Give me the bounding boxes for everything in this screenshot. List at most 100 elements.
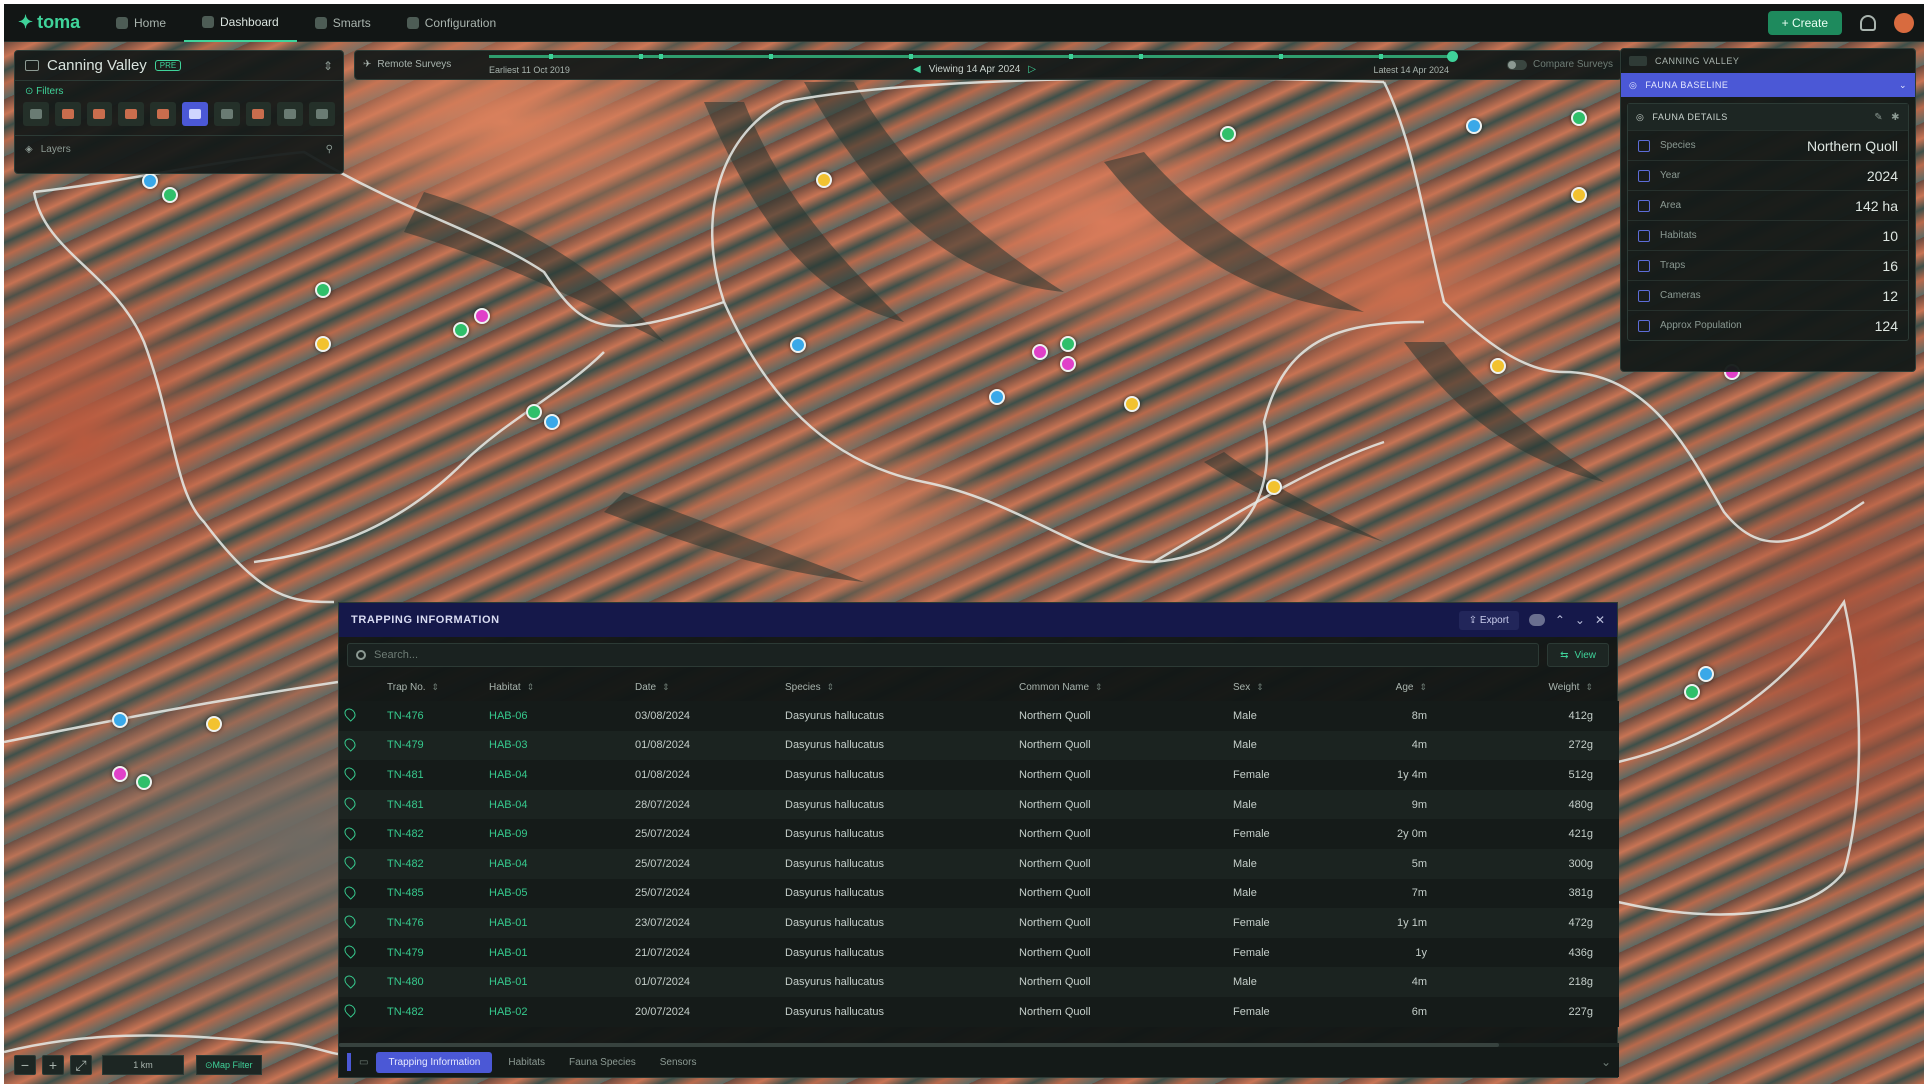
table-row[interactable]: TN-479 HAB-01 21/07/2024 Dasyurus hallucatu… xyxy=(339,937,1619,968)
location-pin-icon[interactable] xyxy=(342,972,358,989)
trap-number-link[interactable]: TN-481 xyxy=(387,789,489,820)
trap-number-link[interactable]: TN-479 xyxy=(387,937,489,968)
fire-layer-icon[interactable] xyxy=(118,102,145,126)
filters-toggle[interactable]: ⊙ Filters xyxy=(15,81,343,99)
map-marker[interactable] xyxy=(315,282,331,298)
map-marker[interactable] xyxy=(544,414,560,430)
map-marker[interactable] xyxy=(1466,118,1482,134)
habitat-link[interactable]: HAB-09 xyxy=(489,819,635,849)
table-row[interactable]: TN-485 HAB-05 25/07/2024 Dasyurus hallucatu… xyxy=(339,878,1619,909)
map-marker[interactable] xyxy=(1060,336,1076,352)
tab-sensors[interactable]: Sensors xyxy=(652,1053,705,1072)
zoom-out-button[interactable]: − xyxy=(14,1055,36,1075)
map-marker[interactable] xyxy=(816,172,832,188)
table-row[interactable]: TN-482 HAB-09 25/07/2024 Dasyurus hallucatu… xyxy=(339,819,1619,849)
timeline-tick[interactable] xyxy=(909,54,913,59)
fullscreen-icon[interactable]: ⤢ xyxy=(70,1055,92,1075)
trap-number-link[interactable]: TN-481 xyxy=(387,760,489,790)
toggle-switch[interactable] xyxy=(1506,59,1527,70)
building-layer-icon[interactable] xyxy=(54,102,81,126)
map-marker[interactable] xyxy=(526,404,542,420)
soil-layer-icon[interactable] xyxy=(86,102,113,126)
table-row[interactable]: TN-476 HAB-06 03/08/2024 Dasyurus hallucatu… xyxy=(339,701,1619,731)
map-marker[interactable] xyxy=(206,716,222,732)
location-pin-icon[interactable] xyxy=(342,943,358,959)
map-marker[interactable] xyxy=(112,712,128,728)
trap-number-link[interactable]: TN-479 xyxy=(387,730,489,761)
expand-icon[interactable]: ⌄ xyxy=(1601,1055,1611,1069)
fauna-layer-icon[interactable] xyxy=(181,102,208,126)
map-marker[interactable] xyxy=(1571,110,1587,126)
tab-fauna-species[interactable]: Fauna Species xyxy=(561,1053,644,1072)
map-marker[interactable] xyxy=(1571,187,1587,203)
habitat-link[interactable]: HAB-06 xyxy=(489,701,635,731)
trap-number-link[interactable]: TN-476 xyxy=(387,908,489,938)
table-row[interactable]: TN-481 HAB-04 28/07/2024 Dasyurus hallucatu… xyxy=(339,789,1619,820)
nav-home[interactable]: Home xyxy=(98,4,184,42)
zoom-in-button[interactable]: + xyxy=(42,1055,64,1075)
location-pin-icon[interactable] xyxy=(342,854,358,871)
timeline-tick[interactable] xyxy=(769,54,773,59)
map-marker[interactable] xyxy=(1684,684,1700,700)
table-row[interactable]: TN-480 HAB-01 01/07/2024 Dasyurus hallucatu… xyxy=(339,967,1619,997)
location-pin-icon[interactable] xyxy=(342,706,358,723)
column-header[interactable]: Habitat ⇕ xyxy=(489,673,635,701)
column-header[interactable]: Weight ⇕ xyxy=(1453,673,1619,701)
fauna-baseline-dropdown[interactable]: ◎ FAUNA BASELINE ⌄ xyxy=(1621,73,1915,97)
site-selector[interactable]: Canning Valley PRE ⇕ xyxy=(15,51,343,81)
map-marker[interactable] xyxy=(315,336,331,352)
column-header[interactable]: Sex ⇕ xyxy=(1233,673,1353,701)
collapse-up-icon[interactable]: ⌃ xyxy=(1555,613,1565,627)
habitat-link[interactable]: HAB-01 xyxy=(489,937,635,968)
map-marker[interactable] xyxy=(1220,126,1236,142)
map-marker[interactable] xyxy=(453,322,469,338)
create-button[interactable]: + Create xyxy=(1767,10,1842,35)
location-pin-icon[interactable] xyxy=(342,795,358,811)
habitat-link[interactable]: HAB-04 xyxy=(489,760,635,790)
table-row[interactable]: TN-479 HAB-03 01/08/2024 Dasyurus hallucatu… xyxy=(339,730,1619,761)
remote-surveys-toggle[interactable]: ✈ Remote Surveys xyxy=(363,59,451,70)
timeline-tick[interactable] xyxy=(1139,54,1143,59)
bell-icon[interactable] xyxy=(1860,14,1876,31)
timeline-tick[interactable] xyxy=(1279,54,1283,59)
next-icon[interactable]: ▷ xyxy=(1028,64,1036,75)
trap-number-link[interactable]: TN-482 xyxy=(387,848,489,879)
edit-icon[interactable]: ✎ xyxy=(1874,112,1883,123)
trap-number-link[interactable]: TN-476 xyxy=(387,701,489,731)
pin-icon[interactable]: ⚲ xyxy=(326,144,333,155)
column-header[interactable]: Species ⇕ xyxy=(785,673,1019,701)
comment-layer-icon[interactable] xyxy=(150,102,176,126)
trapping-search[interactable] xyxy=(347,643,1540,667)
trap-number-link[interactable]: TN-482 xyxy=(387,996,489,1027)
tab-habitats[interactable]: Habitats xyxy=(500,1053,553,1072)
nav-configuration[interactable]: Configuration xyxy=(389,4,514,42)
table-row[interactable]: TN-481 HAB-04 01/08/2024 Dasyurus hallucatu… xyxy=(339,760,1619,790)
view-button[interactable]: ⇆ View xyxy=(1547,643,1609,667)
map-marker[interactable] xyxy=(136,774,152,790)
habitat-link[interactable]: HAB-01 xyxy=(489,967,635,997)
nav-dashboard[interactable]: Dashboard xyxy=(184,4,297,42)
map-marker[interactable] xyxy=(1490,358,1506,374)
heritage-layer-icon[interactable] xyxy=(245,102,272,126)
settings-icon[interactable]: ✱ xyxy=(1891,112,1900,123)
nav-smarts[interactable]: Smarts xyxy=(297,4,389,42)
table-row[interactable]: TN-482 HAB-02 20/07/2024 Dasyurus hallucatu… xyxy=(339,996,1619,1027)
timeline-handle[interactable] xyxy=(1447,51,1458,62)
location-pin-icon[interactable] xyxy=(342,824,358,841)
timeline-tick[interactable] xyxy=(639,54,643,59)
habitat-link[interactable]: HAB-04 xyxy=(489,789,635,820)
habitat-link[interactable]: HAB-01 xyxy=(489,908,635,938)
trap-number-link[interactable]: TN-482 xyxy=(387,819,489,849)
compare-surveys-toggle[interactable]: Compare Surveys xyxy=(1506,59,1613,70)
trap-number-link[interactable]: TN-485 xyxy=(387,878,489,909)
avatar[interactable] xyxy=(1894,12,1914,33)
location-pin-icon[interactable] xyxy=(342,1002,358,1019)
map-marker[interactable] xyxy=(790,337,806,353)
layers-row[interactable]: ◈ Layers ⚲ xyxy=(15,135,343,163)
search-input[interactable] xyxy=(374,649,674,661)
map-marker[interactable] xyxy=(1060,356,1076,372)
timeline-tick[interactable] xyxy=(1379,54,1383,59)
location-pin-icon[interactable] xyxy=(342,765,358,782)
chevron-updown-icon[interactable]: ⇕ xyxy=(323,59,333,73)
location-pin-icon[interactable] xyxy=(342,913,358,930)
